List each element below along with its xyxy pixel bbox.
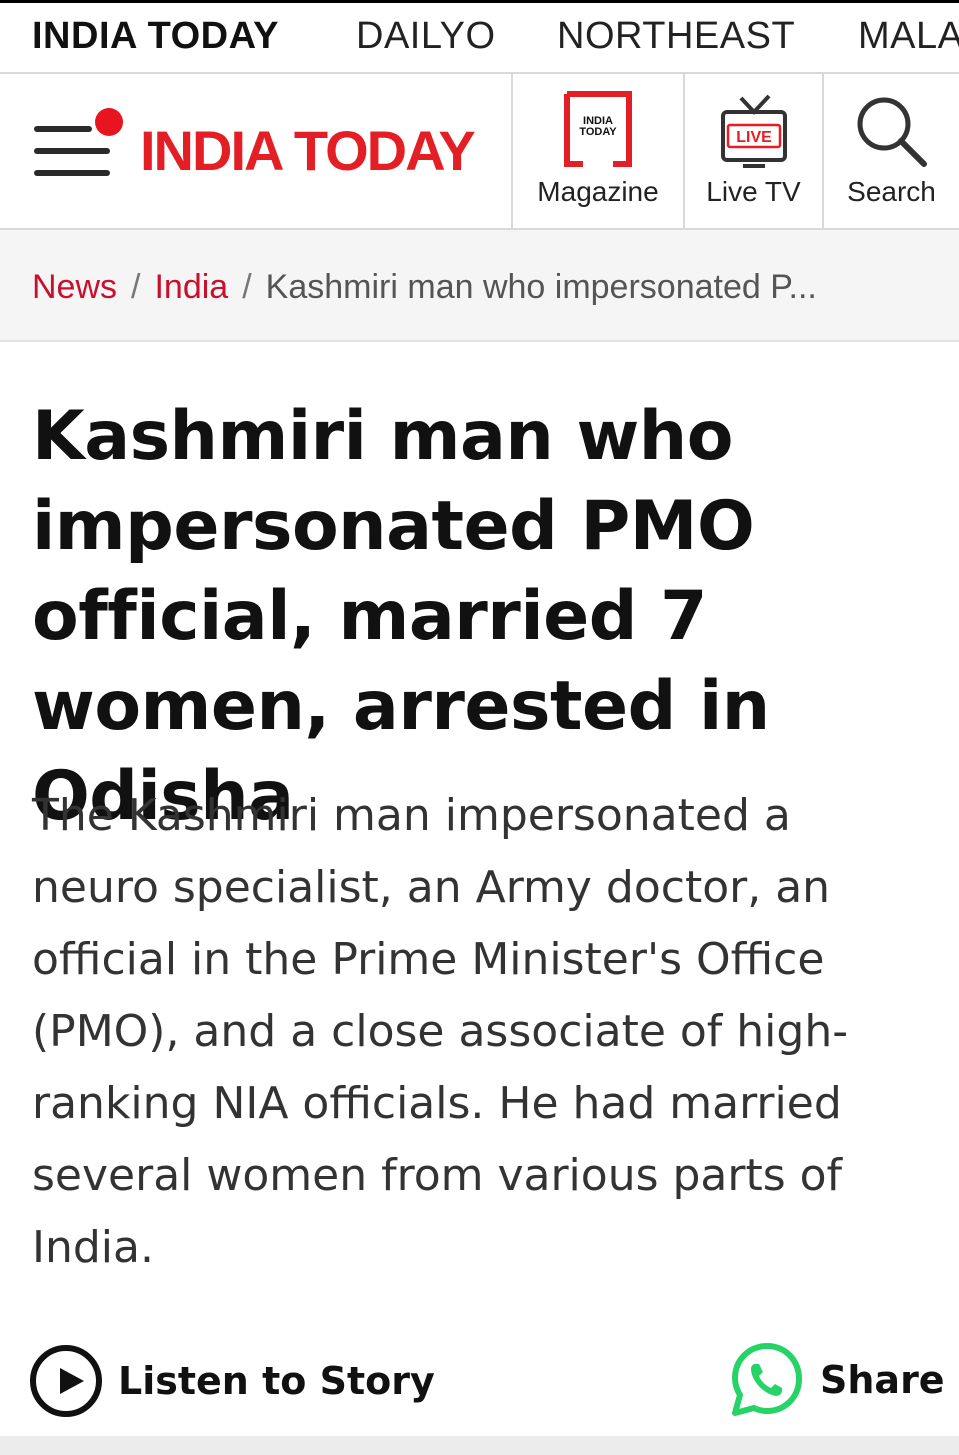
- magazine-label: Magazine: [537, 176, 659, 207]
- search-label: Search: [847, 176, 936, 207]
- share-button[interactable]: Share: [730, 1340, 945, 1420]
- hamburger-menu-icon[interactable]: [34, 126, 110, 176]
- whatsapp-icon: [732, 1343, 802, 1416]
- live-tv-label: Live TV: [706, 176, 801, 207]
- share-label: Share: [820, 1358, 945, 1402]
- breadcrumb-separator: /: [242, 268, 252, 306]
- breadcrumb-separator: /: [131, 268, 141, 306]
- magazine-icon-text-bottom: TODAY: [579, 126, 617, 138]
- magazine-button[interactable]: INDIA TODAY Magazine: [513, 74, 683, 228]
- network-link-northeast[interactable]: NORTHEAST: [557, 15, 795, 58]
- site-logo[interactable]: INDIA TODAY: [140, 118, 476, 183]
- magazine-icon: INDIA TODAY: [564, 91, 632, 167]
- search-icon: [857, 97, 927, 167]
- bottom-bar: [0, 1436, 959, 1455]
- network-link-india-today[interactable]: INDIA TODAY: [32, 15, 279, 58]
- tv-icon: LIVE: [721, 94, 787, 168]
- live-tv-button[interactable]: LIVE Live TV: [685, 74, 822, 228]
- article-headline: Kashmiri man who impersonated PMO offici…: [32, 397, 770, 836]
- article-summary: The Kashmiri man impersonated a neuro sp…: [32, 790, 849, 1273]
- breadcrumb-news[interactable]: News: [32, 268, 117, 306]
- breadcrumb-current: Kashmiri man who impersonated P...: [265, 268, 817, 306]
- play-icon: [30, 1345, 102, 1417]
- top-network-nav: INDIA TODAY DAILYO NORTHEAST MALAYALAM: [0, 0, 959, 74]
- site-header: INDIA TODAY INDIA TODAY Magazine LIVE Li…: [0, 74, 959, 230]
- network-link-malayalam[interactable]: MALAYALAM: [858, 15, 959, 58]
- notification-dot: [95, 108, 123, 136]
- live-badge-text: LIVE: [736, 129, 772, 146]
- breadcrumb: News / India / Kashmiri man who impersonated…: [0, 230, 959, 342]
- search-button[interactable]: Search: [824, 74, 959, 228]
- network-link-dailyo[interactable]: DAILYO: [356, 15, 496, 58]
- listen-to-story-button[interactable]: Listen to Story: [30, 1344, 435, 1418]
- listen-label: Listen to Story: [118, 1359, 435, 1403]
- breadcrumb-india[interactable]: India: [154, 268, 228, 306]
